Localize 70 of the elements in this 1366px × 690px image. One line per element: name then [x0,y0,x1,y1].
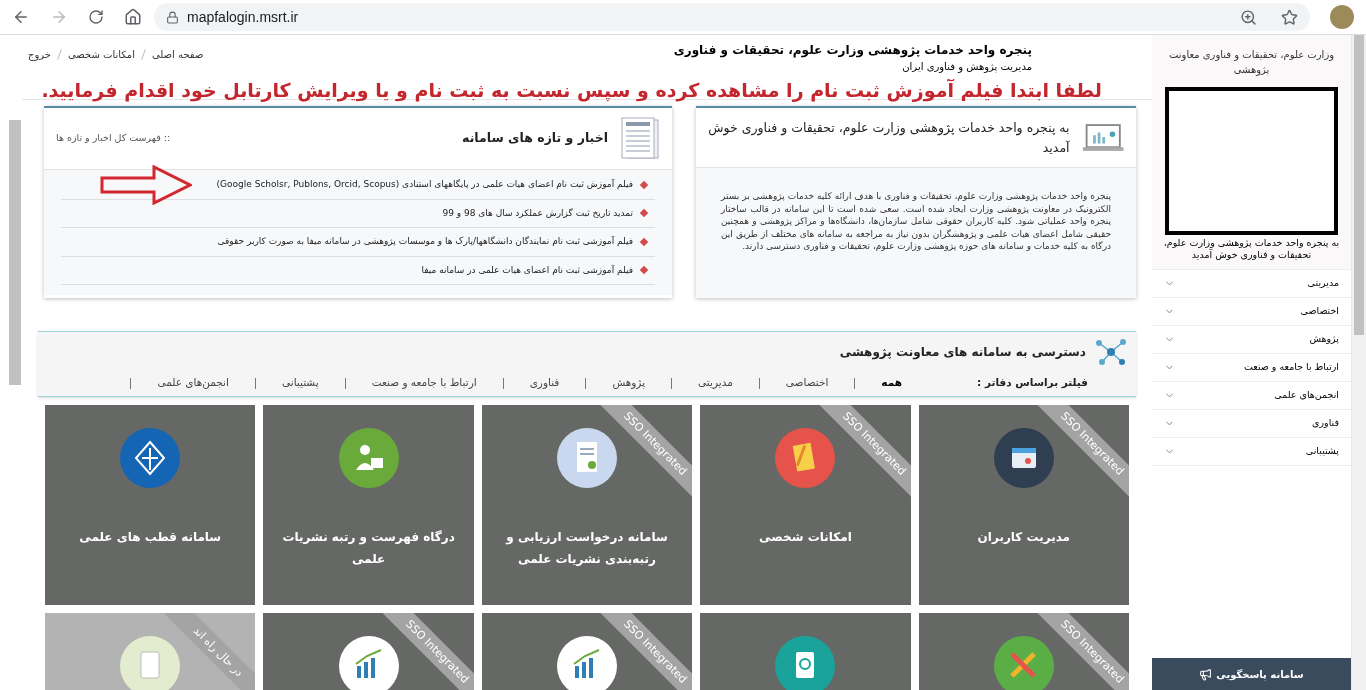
news-item-link[interactable]: فیلم آموزش ثبت نام اعضای هیات علمی در پایگاههای استنادی (Google Scholsr, Publons, Orcid, Scopus) [216,178,633,192]
breadcrumb-link[interactable]: خروج [28,47,51,62]
breadcrumb-link[interactable]: امکانات شخصی [68,47,135,62]
portal-title: پنجره واحد خدمات پژوهشی وزارت علوم، تحقیقات و فناوری [673,42,1032,59]
network-icon [1094,337,1128,368]
sidebar-caption: به پنجره واحد خدمات پژوهشی وزارت علوم، تحقیقات و فناوری خوش آمدید [1162,237,1341,261]
filter-tab[interactable]: انجمن‌های علمی [157,375,229,391]
newspaper-icon [620,116,660,161]
back-icon[interactable] [12,8,30,26]
news-item-link[interactable]: فیلم آموزشی ثبت نام اعضای هیات علمی در سامانه میفا [421,263,633,277]
address-bar[interactable]: mapfalogin.msrt.ir [154,3,1310,31]
home-icon[interactable] [124,8,142,26]
sidebar-menu-item[interactable]: پشتیبانی [1152,438,1351,466]
sidebar-menu-item[interactable]: اختصاصی [1152,298,1351,326]
tile-label: سامانه درخواست ارزیابی و رتبه‌بندی نشریات علمی [504,529,669,568]
portal-subtitle: مدیریت پژوهش و فناوری ایران [902,60,1032,74]
sidebar-menu-item[interactable]: فناوری [1152,410,1351,438]
system-tile[interactable]: درگاه فهرست و رتبه نشریات علمی [263,405,474,605]
sidebar-menu-item[interactable]: ارتباط با جامعه و صنعت [1152,354,1351,382]
zoom-icon[interactable] [1240,8,1257,26]
welcome-paragraph: پنجره واحد خدمات پژوهشی وزارت علوم، تحقیقات و فناوری با هدف ارائه کلیه خدمات پژوهشی بر بستر الکترونیک در معاونت پژوهشی وزارت ایجاد شده است. سعی شده است تا این سامانه در قالب ساختار پنجره واحد عملیاتی شود. کلیه کاربران حقوقی شامل سازمان‌ها، دانشگاه‌ها و مراکز پژوهشی و همچنین حقیقی شامل اعضای هیات علمی و پژوهشگران بدون نیاز به مراجعه به سامانه های مختلف از طریق این درگاه به کلیه خدمات و سامانه های حوزه پژوهشی وزارت علوم، تحقیقات و فناوری دسترسی دارند. [719,190,1112,253]
all-news-link[interactable]: :: فهرست کل اخبار و تازه ها [56,131,171,146]
tile-icon [120,428,181,488]
filter-label: فیلتر براساس دفاتر : [977,375,1088,391]
megaphone-icon [1199,667,1213,681]
tile-icon [557,428,617,488]
sidebar-menu-item[interactable]: انجمن‌های علمی [1152,382,1351,410]
filter-tab[interactable]: پژوهش [612,375,646,391]
bullet-icon [639,266,649,275]
bullet-icon [639,237,649,246]
tile-label: سامانه قطب های علمی [78,529,223,546]
tile-label: مدیریت کاربران [976,529,1072,546]
tile-icon [775,428,836,488]
systems-title: دسترسی به سامانه های معاونت پژوهشی [839,344,1086,362]
tile-icon [557,636,617,690]
lock-icon [166,10,179,24]
news-item-link[interactable]: فیلم آموزشی ثبت نام نمایندگان دانشگاهها/پارک ها و موسسات پژوهشی در سامانه میفا به صورت کاربر حقوقی [217,235,633,249]
url-text: mapfalogin.msrt.ir [187,7,299,27]
system-tile[interactable]: سامانه قطب های علمی [45,405,256,605]
bullet-icon [639,209,649,218]
tile-icon [338,636,399,690]
breadcrumb-link[interactable]: صفحه اصلی [151,47,204,62]
filter-tab[interactable]: مدیریتی [698,375,733,391]
filter-tab[interactable]: فناوری [529,375,560,391]
welcome-title: به پنجره واحد خدمات پژوهشی وزارت علوم، تحقیقات و فناوری خوش آمدید [708,118,1070,157]
laptop-chart-icon [1081,122,1124,153]
tile-label: درگاه فهرست و رتبه نشریات علمی [281,529,456,568]
reload-icon[interactable] [88,9,104,25]
bookmark-star-icon[interactable] [1281,8,1298,26]
bullet-icon [639,180,649,189]
notice-text: لطفا ابتدا فیلم آموزش ثبت نام را مشاهده کرده و سپس نسبت به ثبت نام و یا ویرایش کارتابل خود اقدام فرمایید. [41,78,1102,104]
filter-tab[interactable]: ارتباط با جامعه و صنعت [371,375,477,391]
scrollbar-thumb[interactable] [9,120,21,385]
tile-icon [338,428,399,488]
profile-avatar[interactable] [1330,5,1354,29]
filter-tab[interactable]: همه [881,375,903,391]
filter-tab[interactable]: پشتیبانی [281,375,319,391]
tile-label: امکانات شخصی [758,529,853,546]
scrollbar-thumb[interactable] [1354,35,1364,335]
news-title: اخبار و تازه های سامانه [462,129,608,148]
sidebar-menu-item[interactable]: پژوهش [1152,326,1351,354]
sidebar-title: وزارت علوم، تحقیقات و فناوری معاونت پژوهشی [1167,48,1336,77]
tile-icon [120,636,181,690]
tile-icon [993,636,1054,690]
filter-tab[interactable]: اختصاصی [785,375,829,391]
news-item-link[interactable]: تمدید تاریخ ثبت گزارش عملکرد سال های 98 و 99 [442,206,633,220]
tile-icon [775,636,836,690]
sidebar-menu-item[interactable]: مدیریتی [1152,270,1351,298]
tile-icon [993,428,1054,488]
support-button[interactable]: سامانه پاسخگویی [1152,658,1351,690]
